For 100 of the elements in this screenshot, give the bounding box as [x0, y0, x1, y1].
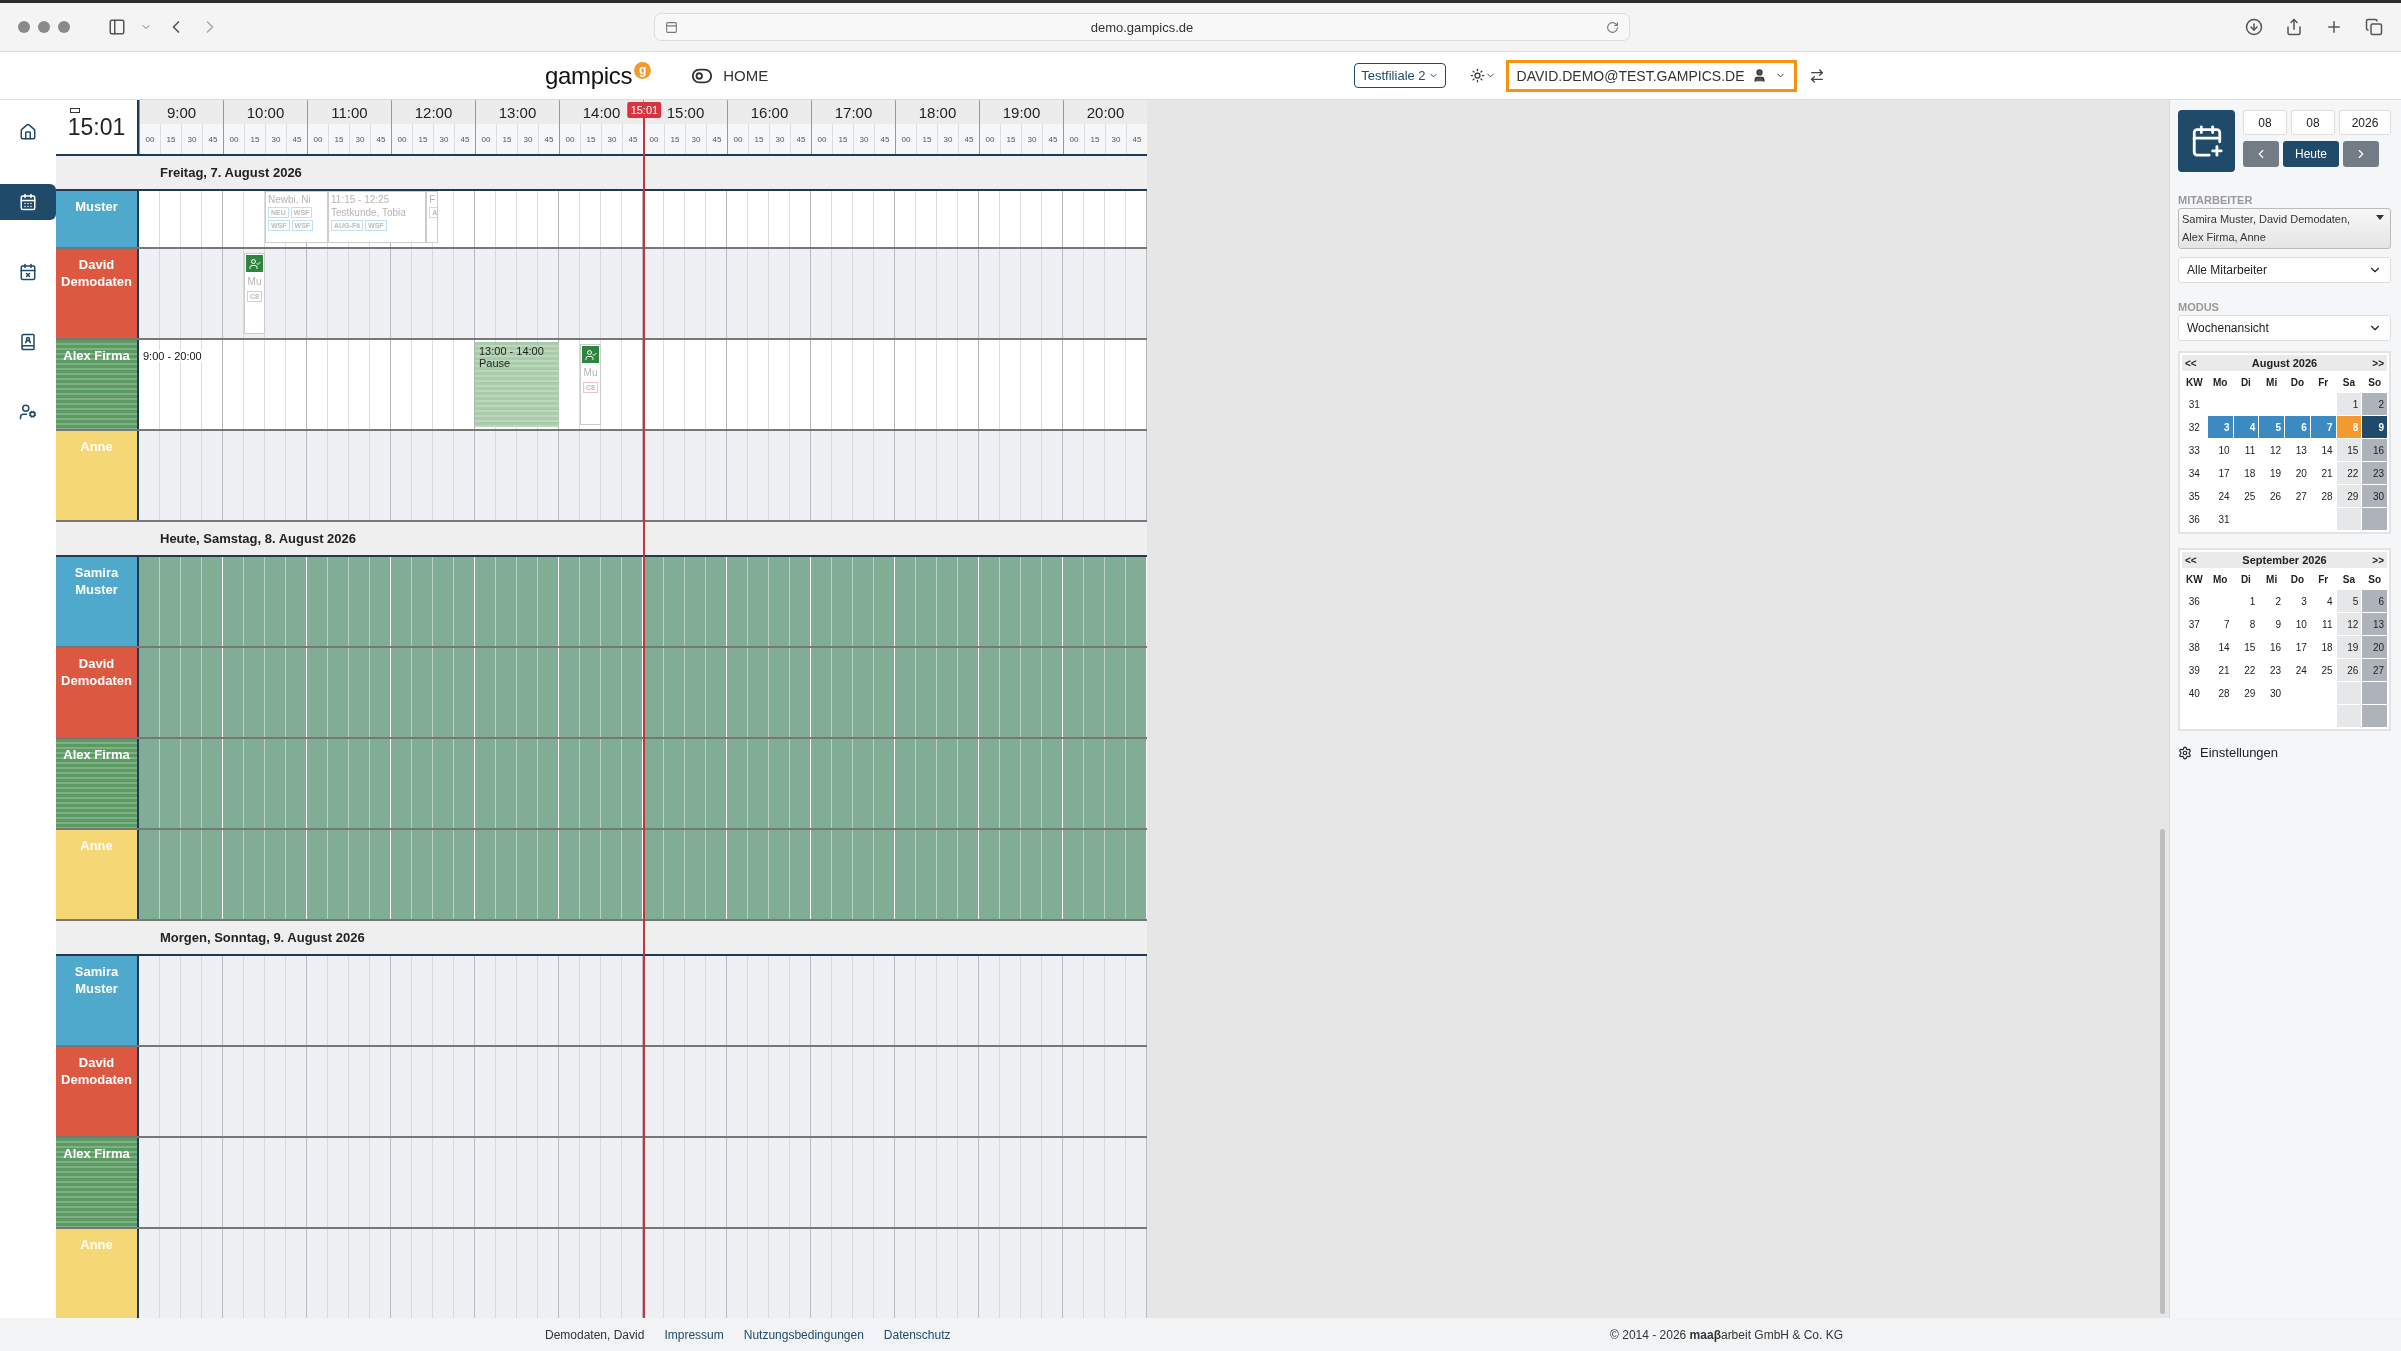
calendar-day[interactable]: 20 — [2362, 636, 2387, 659]
employee-name: Anne — [56, 830, 139, 919]
user-icon — [1752, 68, 1768, 83]
week-number: 36 — [2187, 512, 2201, 527]
minute-label: 30 — [1021, 124, 1042, 154]
logo[interactable]: gampics g — [545, 61, 652, 90]
calendar-day[interactable]: 15 — [2336, 439, 2362, 462]
date-field[interactable]: 08 — [2243, 110, 2287, 135]
appointment-text: F — [429, 194, 435, 205]
mode-select[interactable]: Wochenansicht — [2178, 315, 2391, 342]
swap-button[interactable] — [1809, 67, 1826, 84]
new-tab-icon[interactable] — [2325, 18, 2343, 36]
calendar-day[interactable]: 5 — [2259, 416, 2284, 439]
weekday-header: Di — [2239, 375, 2252, 390]
calendar-day[interactable]: 9 — [2362, 416, 2387, 439]
tabs-icon[interactable] — [2365, 18, 2383, 36]
calendar-day[interactable]: 2 — [2362, 393, 2387, 416]
date-field[interactable]: 08 — [2291, 110, 2335, 135]
calendar-day[interactable]: 7 — [2310, 416, 2336, 439]
checkin-text: Mu — [583, 367, 598, 378]
calendar-day[interactable]: 4 — [2233, 416, 2259, 439]
date-field[interactable]: 2026 — [2339, 110, 2391, 135]
sidebar-toggle-icon[interactable] — [108, 18, 126, 36]
schedule-row[interactable] — [139, 739, 1147, 828]
weekday-header: Mo — [2211, 375, 2229, 390]
user-menu-button[interactable]: DAVID.DEMO@TEST.GAMPICS.DE — [1505, 59, 1798, 92]
minute-label: 45 — [286, 124, 307, 154]
calendar-day[interactable]: 27 — [2362, 659, 2387, 682]
next-button[interactable] — [2343, 141, 2379, 167]
schedule-row[interactable] — [139, 557, 1147, 646]
day-header: Freitag, 7. August 2026 — [56, 156, 1147, 191]
minus-icon[interactable] — [70, 108, 80, 113]
url-text: demo.gampics.de — [1089, 19, 1195, 35]
staff-select[interactable]: Samira Muster, David Demodaten, Alex Firma, Anne — [2178, 208, 2391, 250]
window-minimize-button[interactable] — [38, 21, 50, 33]
calendar-day[interactable]: 12 — [2336, 613, 2362, 636]
next-month-link[interactable]: >> — [2372, 357, 2384, 369]
minute-label: 15 — [160, 124, 181, 154]
month-title: August 2026 — [2251, 357, 2318, 370]
employee-name: Anne — [56, 431, 139, 520]
next-month-link[interactable]: >> — [2372, 554, 2384, 566]
calendar-day[interactable]: 6 — [2362, 590, 2387, 613]
branch-dropdown[interactable]: Testfiliale 2 — [1354, 63, 1446, 88]
calendar-day[interactable]: 26 — [2336, 659, 2362, 682]
previous-month-link[interactable]: << — [2185, 357, 2197, 369]
weekday-header: Mi — [2265, 572, 2279, 587]
staff-filter-select[interactable]: Alle Mitarbeiter — [2178, 257, 2391, 284]
minute-label: 15 — [664, 124, 685, 154]
calendar-day[interactable]: 16 — [2362, 439, 2387, 462]
minute-label: 00 — [480, 133, 492, 146]
url-field[interactable]: demo.gampics.de — [654, 13, 1630, 41]
previous-button[interactable] — [2243, 141, 2279, 167]
today-button[interactable]: Heute — [2283, 141, 2339, 167]
mode-label: MODUS — [2178, 301, 2220, 314]
calendar-day[interactable]: 19 — [2336, 636, 2362, 659]
minute-label: 30 — [433, 124, 454, 154]
minute-label: 30 — [601, 124, 622, 154]
footer-link[interactable]: Datenschutz — [883, 1327, 951, 1342]
minute-label: 00 — [648, 133, 660, 146]
minute-label: 15 — [580, 124, 601, 154]
window-zoom-button[interactable] — [58, 21, 70, 33]
calendar-day[interactable]: 5 — [2336, 590, 2362, 613]
nav-button[interactable] — [0, 184, 56, 220]
home-icon — [19, 123, 37, 141]
footer-link[interactable]: Nutzungsbedingungen — [743, 1327, 864, 1342]
calendar-day[interactable]: 6 — [2285, 416, 2310, 439]
theme-button[interactable] — [1469, 68, 1496, 83]
reload-icon[interactable] — [1606, 20, 1619, 34]
calendar-day[interactable]: 29 — [2336, 485, 2362, 508]
window-close-button[interactable] — [18, 21, 30, 33]
staff-label: MITARBEITER — [2178, 194, 2254, 206]
minute-label: 45 — [454, 124, 475, 154]
week-number: 32 — [2187, 420, 2201, 435]
settings-link[interactable]: Einstellungen — [2178, 745, 2391, 761]
calendar-day[interactable]: 30 — [2362, 485, 2387, 508]
pause-block[interactable]: 13:00 - 14:00 Pause — [475, 342, 559, 427]
calendar-day[interactable]: 23 — [2362, 462, 2387, 485]
schedule-row[interactable] — [139, 830, 1147, 919]
new-appointment-button[interactable] — [2178, 110, 2235, 172]
calendar-day[interactable]: 3 — [2207, 416, 2233, 439]
hour-label: 12:00 — [392, 100, 475, 124]
calendar-day[interactable]: 22 — [2336, 462, 2362, 485]
previous-month-link[interactable]: << — [2185, 554, 2197, 566]
share-icon[interactable] — [2285, 18, 2303, 36]
schedule-row[interactable] — [139, 648, 1147, 737]
user-check-icon — [582, 346, 599, 363]
download-icon[interactable] — [2245, 18, 2263, 36]
employee-name: Muster — [56, 191, 139, 247]
user-gear-icon — [19, 403, 37, 421]
scrollbar-thumb[interactable] — [2160, 829, 2165, 1314]
hour-label: 17:00 — [812, 100, 895, 124]
caret-icon — [2376, 215, 2384, 220]
calendar-day[interactable]: 13 — [2362, 613, 2387, 636]
calendar-day[interactable]: 1 — [2336, 393, 2362, 416]
settings-icon — [2178, 745, 2192, 760]
footer-link[interactable]: Impressum — [664, 1327, 724, 1342]
home-link[interactable]: HOME — [691, 64, 769, 87]
footer-user: Demodaten, David — [545, 1327, 645, 1342]
hour-label: 19:00 — [980, 100, 1063, 124]
minute-label: 00 — [732, 133, 744, 146]
